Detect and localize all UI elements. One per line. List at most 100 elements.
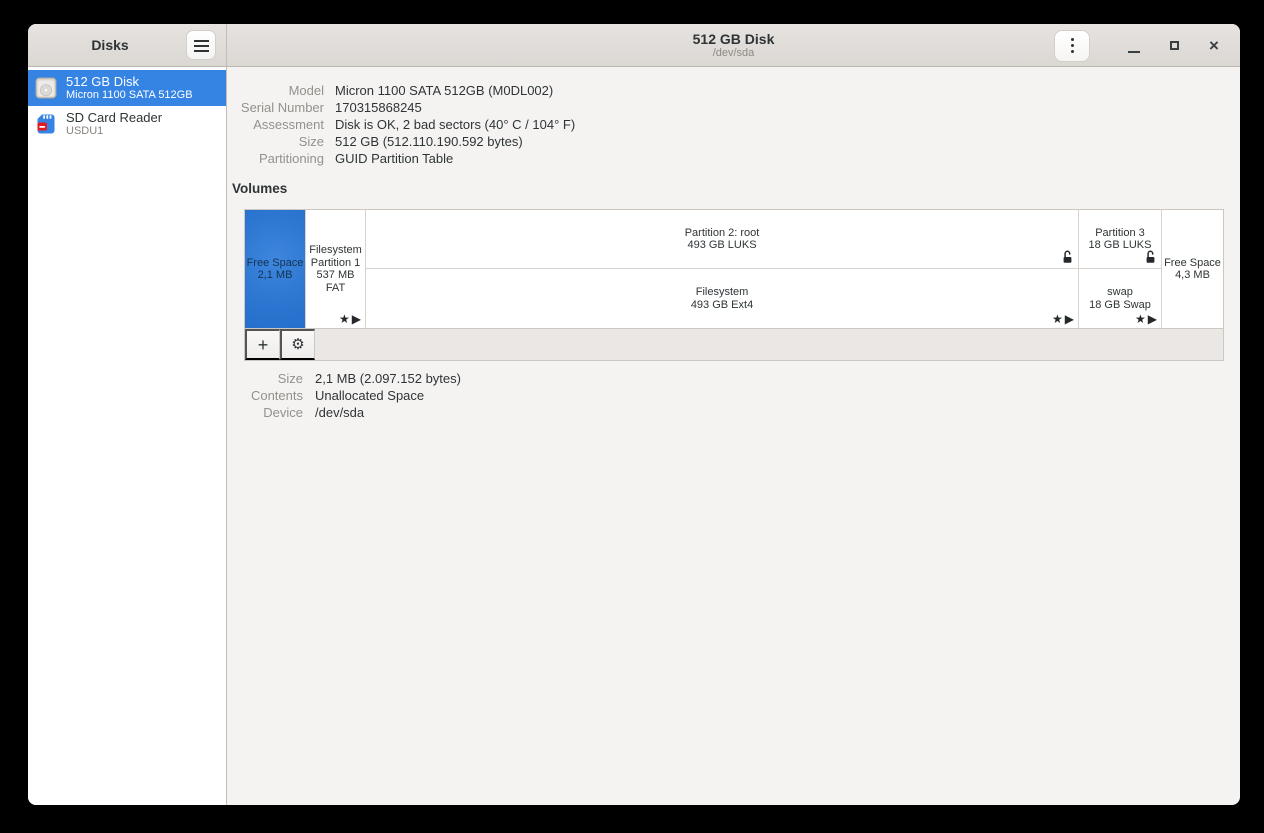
- titlebar: Disks 512 GB Disk /dev/sda: [28, 24, 1240, 67]
- info-value: GUID Partition Table: [335, 151, 453, 166]
- volume-cell-line: Filesystem: [306, 244, 365, 257]
- window-subtitle: /dev/sda: [713, 47, 755, 60]
- info-label: Assessment: [227, 117, 324, 132]
- window-title: 512 GB Disk: [693, 31, 775, 47]
- volume-cell-line: 4,3 MB: [1164, 269, 1221, 282]
- volume-cell-line: 493 GB Ext4: [691, 299, 753, 312]
- sidebar-item-512gb-disk[interactable]: 512 GB Disk Micron 1100 SATA 512GB: [28, 70, 226, 106]
- volume-cell-text: Partition 2: root 493 GB LUKS: [685, 227, 760, 252]
- create-partition-button[interactable]: +: [245, 329, 280, 360]
- close-icon: ×: [1209, 37, 1219, 54]
- info-label: Size: [227, 371, 303, 386]
- info-row-model: Model Micron 1100 SATA 512GB (M0DL002): [227, 83, 1240, 100]
- volume-cell-text: Free Space 4,3 MB: [1164, 257, 1221, 282]
- volume-partition3-luks-cell[interactable]: Partition 3 18 GB LUKS: [1079, 210, 1161, 269]
- kebab-menu-icon: [1071, 44, 1074, 47]
- volume-cell-line: Filesystem: [691, 286, 753, 299]
- volume-cell-line: 537 MB FAT: [306, 269, 365, 294]
- unlocked-padlock-icon: [1062, 250, 1073, 264]
- volume-status-icons: ★ ▶: [1050, 313, 1074, 326]
- volume-cell-text: Filesystem Partition 1 537 MB FAT: [306, 244, 365, 294]
- star-icon: ★: [339, 313, 350, 326]
- drive-info: Model Micron 1100 SATA 512GB (M0DL002) S…: [227, 83, 1240, 168]
- volume-cell-text: Partition 3 18 GB LUKS: [1089, 227, 1152, 252]
- volume-partition1: Filesystem Partition 1 537 MB FAT ★ ▶: [306, 210, 366, 328]
- volume-free-space-left-cell[interactable]: Free Space 2,1 MB: [245, 210, 305, 328]
- hard-disk-icon: [35, 77, 57, 99]
- volume-cell-line: 18 GB Swap: [1089, 299, 1151, 312]
- volume-free-space-left: Free Space 2,1 MB: [245, 210, 306, 328]
- info-value: 2,1 MB (2.097.152 bytes): [315, 371, 461, 386]
- volume-cell-line: 493 GB LUKS: [685, 239, 760, 252]
- play-icon: ▶: [352, 313, 361, 326]
- volume-cell-text: Free Space 2,1 MB: [247, 257, 304, 282]
- sidebar-item-text: 512 GB Disk Micron 1100 SATA 512GB: [66, 74, 193, 102]
- info-row-partitioning: Partitioning GUID Partition Table: [227, 151, 1240, 168]
- volume-partition1-cell[interactable]: Filesystem Partition 1 537 MB FAT ★ ▶: [306, 210, 365, 328]
- volume-free-space-right: Free Space 4,3 MB: [1162, 210, 1223, 328]
- minimize-button[interactable]: [1122, 30, 1146, 62]
- volume-cell-line: Partition 2: root: [685, 227, 760, 240]
- play-icon: ▶: [1065, 313, 1074, 326]
- volume-cell-text: Filesystem 493 GB Ext4: [691, 286, 753, 311]
- volume-cell-line: Free Space: [247, 257, 304, 270]
- maximize-icon: [1170, 41, 1179, 50]
- info-row-size: Size 512 GB (512.110.190.592 bytes): [227, 134, 1240, 151]
- drive-options-menu-button[interactable]: [1054, 30, 1090, 62]
- volume-cell-line: Free Space: [1164, 257, 1221, 270]
- info-label: Serial Number: [227, 100, 324, 115]
- volume-toolbar: + ⚙: [244, 329, 1224, 361]
- info-value: Micron 1100 SATA 512GB (M0DL002): [335, 83, 553, 98]
- info-row-assessment: Assessment Disk is OK, 2 bad sectors (40…: [227, 117, 1240, 134]
- info-label: Size: [227, 134, 324, 149]
- info-row-contents: Contents Unallocated Space: [227, 388, 1240, 405]
- close-button[interactable]: ×: [1202, 30, 1226, 62]
- plus-icon: +: [258, 336, 269, 354]
- volume-free-space-right-cell[interactable]: Free Space 4,3 MB: [1162, 210, 1223, 328]
- volume-cell-text: swap 18 GB Swap: [1089, 286, 1151, 311]
- volume-partition2-filesystem-cell[interactable]: Filesystem 493 GB Ext4 ★ ▶: [366, 269, 1078, 328]
- sidebar-item-title: 512 GB Disk: [66, 74, 193, 89]
- sd-card-icon: [35, 113, 57, 135]
- sidebar-item-text: SD Card Reader USDU1: [66, 110, 162, 138]
- play-icon: ▶: [1148, 313, 1157, 326]
- hamburger-icon: [194, 40, 209, 42]
- volumes-diagram: Free Space 2,1 MB Filesystem Partition 1…: [244, 209, 1224, 329]
- info-label: Device: [227, 405, 303, 420]
- info-label: Model: [227, 83, 324, 98]
- info-value: Unallocated Space: [315, 388, 424, 403]
- volume-status-icons: ★ ▶: [337, 313, 361, 326]
- volume-cell-line: 18 GB LUKS: [1089, 239, 1152, 252]
- header-main: 512 GB Disk /dev/sda ×: [227, 24, 1240, 66]
- info-row-size: Size 2,1 MB (2.097.152 bytes): [227, 371, 1240, 388]
- info-row-device: Device /dev/sda: [227, 405, 1240, 422]
- info-label: Contents: [227, 388, 303, 403]
- minimize-icon: [1128, 51, 1140, 53]
- info-value: /dev/sda: [315, 405, 364, 420]
- sidebar-item-sd-card-reader[interactable]: SD Card Reader USDU1: [28, 106, 226, 142]
- star-icon: ★: [1052, 313, 1063, 326]
- window-body: 512 GB Disk Micron 1100 SATA 512GB S: [28, 67, 1240, 805]
- info-label: Partitioning: [227, 151, 324, 166]
- maximize-button[interactable]: [1162, 30, 1186, 62]
- app-menu-button[interactable]: [186, 30, 216, 60]
- sidebar-item-title: SD Card Reader: [66, 110, 162, 125]
- volume-partition3-swap-cell[interactable]: swap 18 GB Swap ★ ▶: [1079, 269, 1161, 328]
- gear-icon: ⚙: [291, 337, 304, 353]
- desktop-background: Disks 512 GB Disk /dev/sda: [0, 0, 1264, 833]
- volumes-heading: Volumes: [232, 181, 1240, 197]
- info-row-serial-number: Serial Number 170315868245: [227, 100, 1240, 117]
- drive-detail-pane: Model Micron 1100 SATA 512GB (M0DL002) S…: [227, 67, 1240, 805]
- device-sidebar: 512 GB Disk Micron 1100 SATA 512GB S: [28, 67, 227, 805]
- volume-options-button[interactable]: ⚙: [280, 329, 315, 360]
- volume-partition3: Partition 3 18 GB LUKS: [1079, 210, 1162, 328]
- volume-cell-line: Partition 3: [1089, 227, 1152, 240]
- volume-partition2: Partition 2: root 493 GB LUKS: [366, 210, 1079, 328]
- selection-info: Size 2,1 MB (2.097.152 bytes) Contents U…: [227, 371, 1240, 422]
- info-value: 512 GB (512.110.190.592 bytes): [335, 134, 523, 149]
- star-icon: ★: [1135, 313, 1146, 326]
- volume-partition2-luks-cell[interactable]: Partition 2: root 493 GB LUKS: [366, 210, 1078, 269]
- volume-cell-line: swap: [1089, 286, 1151, 299]
- volume-status-icons: ★ ▶: [1133, 313, 1157, 326]
- sidebar-item-subtitle: Micron 1100 SATA 512GB: [66, 89, 193, 102]
